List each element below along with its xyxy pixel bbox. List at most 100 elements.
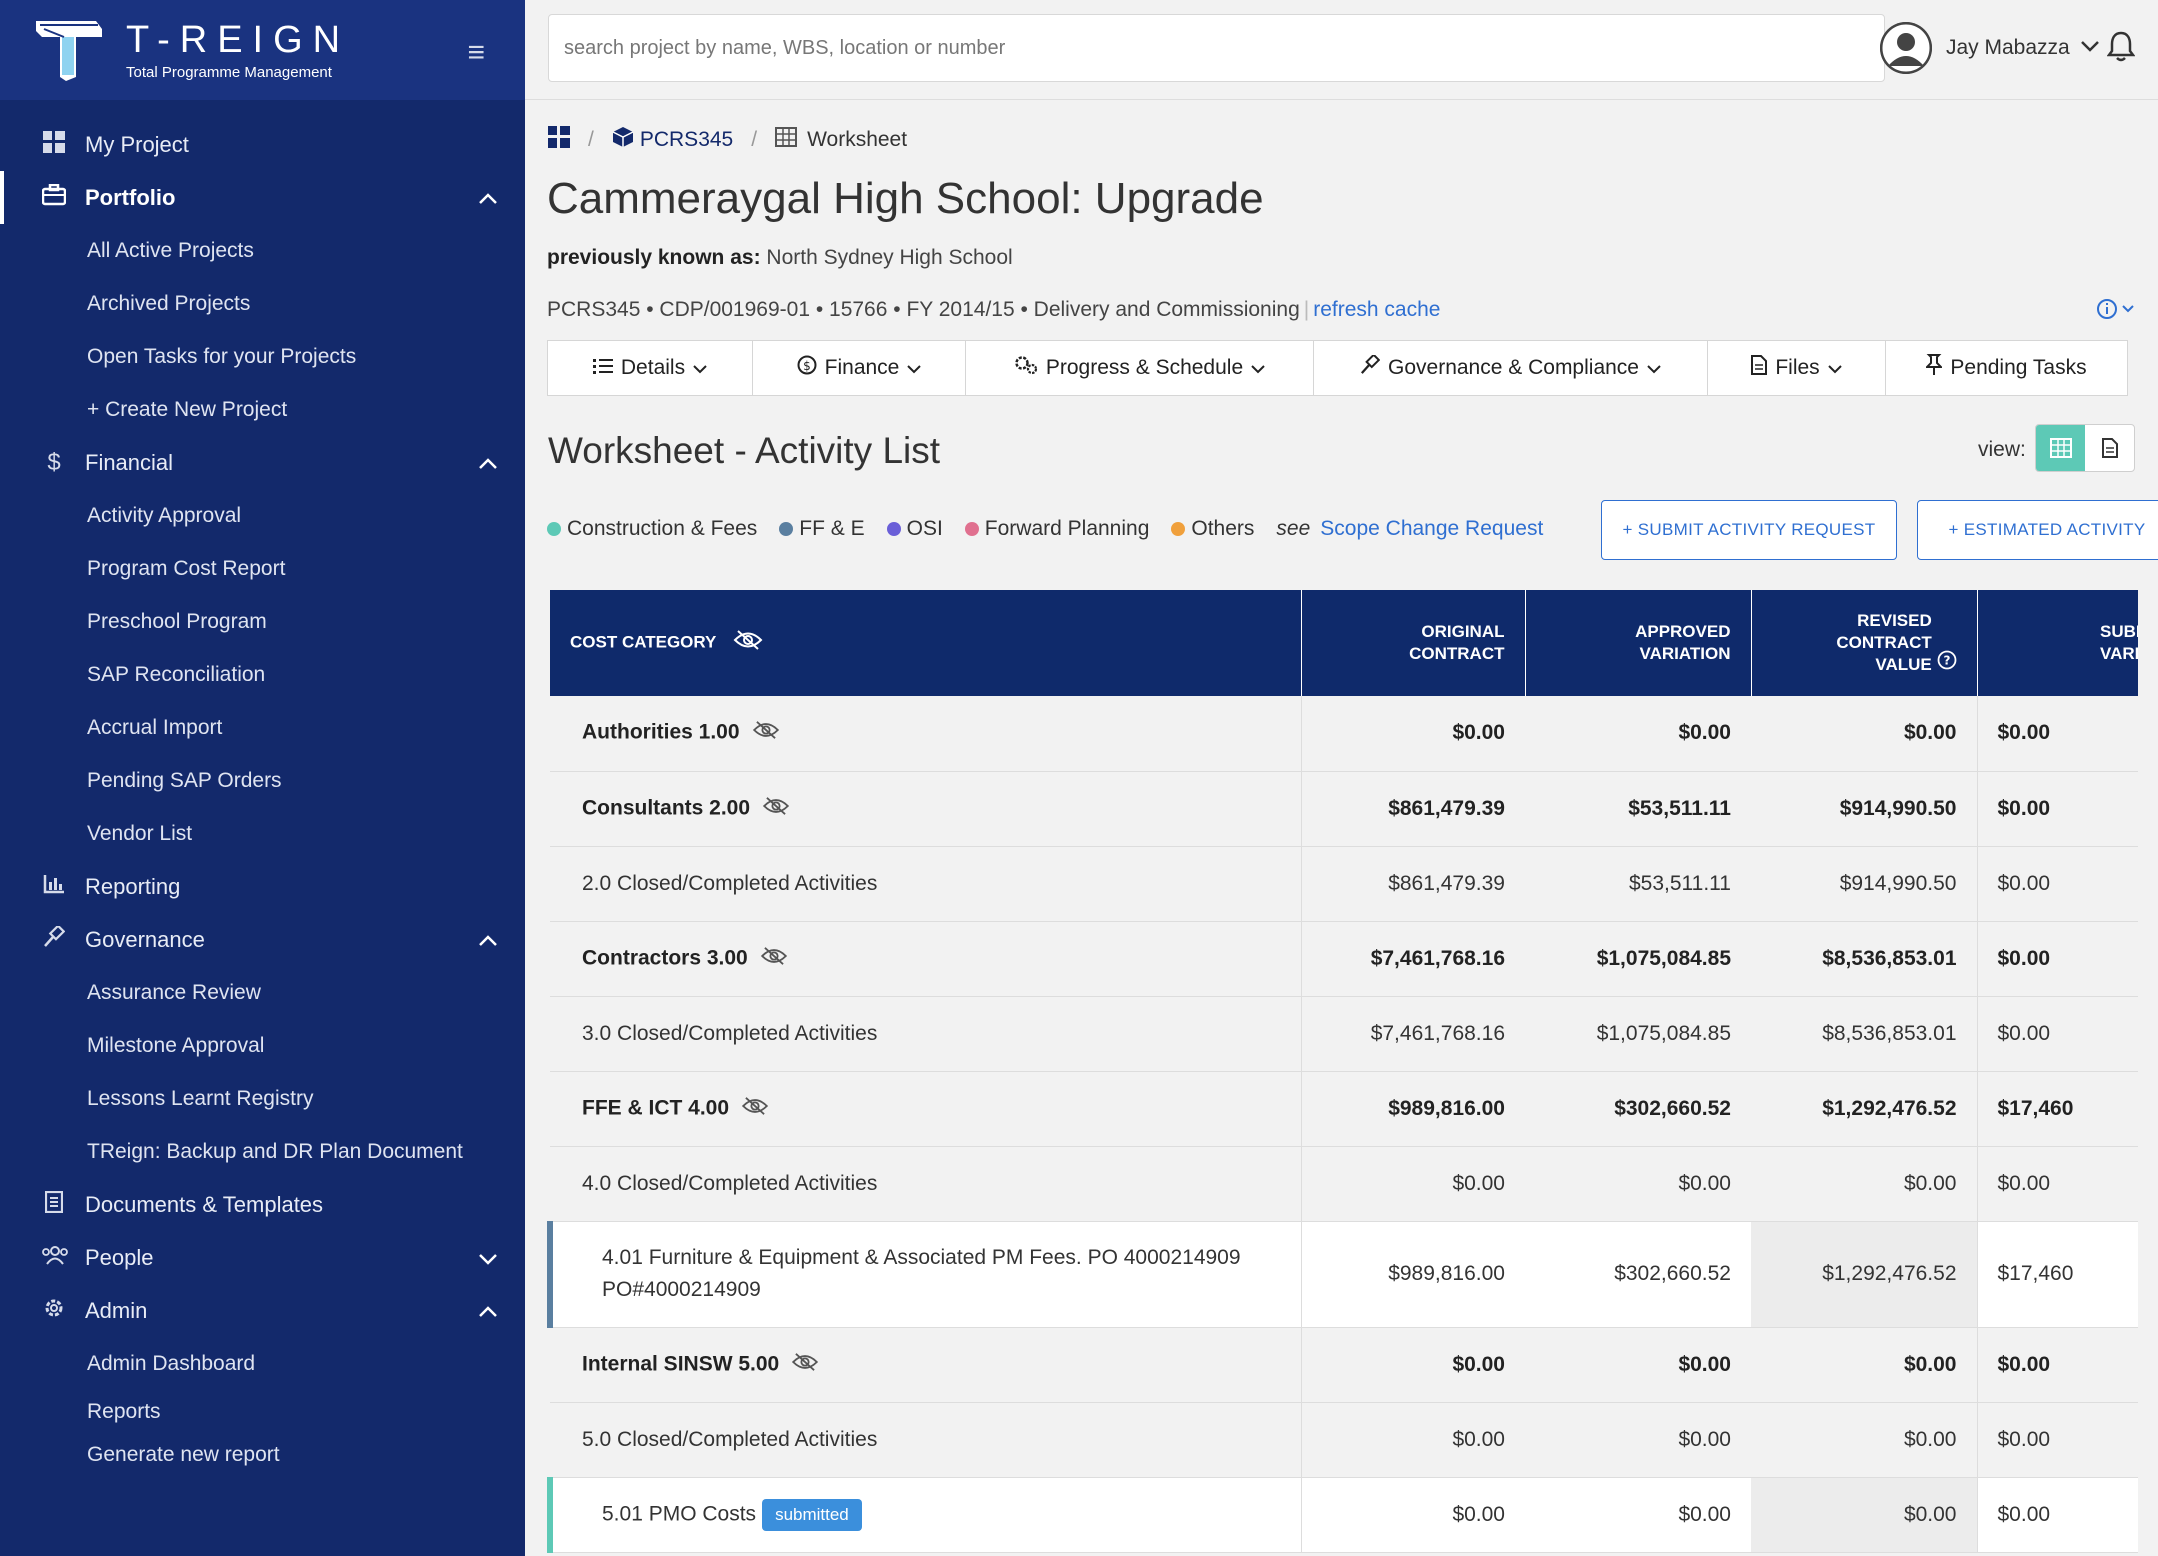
sidebar-item-create-project[interactable]: + Create New Project (0, 383, 525, 436)
category-label: Consultants 2.00 (582, 796, 751, 820)
help-icon[interactable]: ? (1937, 650, 1957, 674)
sidebar-item-pending-sap-orders[interactable]: Pending SAP Orders (0, 754, 525, 807)
project-meta: PCRS345 • CDP/001969-01 • 15766 • FY 201… (547, 298, 1440, 322)
table-row[interactable]: Contractors 3.00 $7,461,768.16 $1,075,08… (550, 921, 2138, 997)
approved-variation-cell: $53,511.11 (1525, 771, 1751, 847)
table-row[interactable]: 4.0 Closed/Completed Activities $0.00 $0… (550, 1146, 2138, 1222)
revised-contract-cell: $0.00 (1751, 1146, 1977, 1222)
sidebar-item-assurance-review[interactable]: Assurance Review (0, 966, 525, 1019)
sidebar-item-preschool-program[interactable]: Preschool Program (0, 595, 525, 648)
chevron-up-icon[interactable] (473, 450, 503, 476)
table-row[interactable]: Internal SINSW 5.00 $0.00 $0.00 $0.00 $0… (550, 1327, 2138, 1403)
sidebar-item-generate-report[interactable]: Generate new report (0, 1433, 525, 1476)
grid-home-icon[interactable] (548, 126, 570, 154)
column-header-cost-category[interactable]: COST CATEGORY (550, 590, 1302, 696)
sidebar-nav: My Project Portfolio All Active Projects… (0, 100, 525, 1476)
chevron-up-icon[interactable] (473, 185, 503, 211)
submitted-variation-cell: $17,460 (1976, 1071, 2138, 1147)
eye-slash-icon[interactable] (741, 1096, 769, 1122)
revised-contract-cell: $0.00 (1751, 1402, 1977, 1478)
sidebar-item-admin-dashboard[interactable]: Admin Dashboard (0, 1337, 525, 1390)
sidebar-item-program-cost-report[interactable]: Program Cost Report (0, 542, 525, 595)
refresh-cache-link[interactable]: refresh cache (1313, 298, 1440, 321)
estimated-activity-button[interactable]: + ESTIMATED ACTIVITY (1917, 500, 2158, 560)
tab-details[interactable]: Details (548, 341, 753, 395)
legend-dot (886, 522, 901, 536)
eye-slash-icon[interactable] (760, 946, 788, 972)
table-view-button[interactable] (2036, 425, 2085, 471)
tab-label: Pending Tasks (1950, 356, 2087, 379)
table-row[interactable]: 2.0 Closed/Completed Activities $861,479… (550, 846, 2138, 922)
sidebar-item-backup-dr-plan[interactable]: TReign: Backup and DR Plan Document (0, 1125, 525, 1178)
revised-contract-cell: $914,990.50 (1751, 846, 1977, 922)
submit-activity-request-button[interactable]: + SUBMIT ACTIVITY REQUEST (1601, 500, 1897, 560)
legend-label: Construction & Fees (567, 517, 758, 540)
main-content: / PCRS345 / Worksheet Cammeraygal High S… (525, 100, 2158, 1556)
eye-slash-icon[interactable] (733, 629, 763, 657)
tab-files[interactable]: Files (1708, 341, 1886, 395)
table-row[interactable]: 4.01 Furniture & Equipment & Associated … (547, 1221, 2138, 1328)
table-row[interactable]: Authorities 1.00 $0.00 $0.00 $0.00 $0.00 (550, 696, 2138, 772)
sidebar-item-people[interactable]: People (0, 1231, 525, 1284)
info-icon[interactable] (2096, 298, 2138, 326)
tab-finance[interactable]: $ Finance (753, 341, 966, 395)
sidebar-item-admin[interactable]: Admin (0, 1284, 525, 1337)
eye-slash-icon[interactable] (791, 1352, 819, 1378)
sidebar-item-activity-approval[interactable]: Activity Approval (0, 489, 525, 542)
sidebar-item-reporting[interactable]: Reporting (0, 860, 525, 913)
brand-header: T-REIGN Total Programme Management ≡ (0, 0, 525, 100)
sidebar-item-governance[interactable]: Governance (0, 913, 525, 966)
legend-item: FF & E (779, 517, 865, 541)
breadcrumb-project-link[interactable]: PCRS345 (640, 128, 733, 152)
tab-governance-compliance[interactable]: Governance & Compliance (1314, 341, 1708, 395)
chevron-up-icon[interactable] (473, 927, 503, 953)
sidebar-item-lessons-learnt[interactable]: Lessons Learnt Registry (0, 1072, 525, 1125)
sidebar-item-reports[interactable]: Reports (0, 1390, 525, 1433)
tab-pending-tasks[interactable]: Pending Tasks (1886, 341, 2127, 395)
search-input[interactable] (548, 14, 1885, 82)
table-row[interactable]: 5.0 Closed/Completed Activities $0.00 $0… (550, 1402, 2138, 1478)
eye-slash-icon[interactable] (762, 796, 790, 822)
document-icon (42, 1190, 66, 1219)
submitted-variation-cell: $0.00 (1976, 1477, 2138, 1553)
chevron-down-icon (907, 356, 922, 380)
table-row[interactable]: 5.01 PMO Costs submitted $0.00 $0.00 $0.0… (547, 1477, 2138, 1553)
table-row[interactable]: Consultants 2.00 $861,479.39 $53,511.11 … (550, 771, 2138, 847)
sidebar-item-financial[interactable]: $ Financial (0, 436, 525, 489)
tab-progress-schedule[interactable]: Progress & Schedule (966, 341, 1314, 395)
sidebar-item-archived-projects[interactable]: Archived Projects (0, 277, 525, 330)
aka-label: previously known as: (547, 246, 761, 269)
category-legend: Construction & Fees FF & E OSI Forward P… (547, 517, 1543, 541)
table-row[interactable]: 3.0 Closed/Completed Activities $7,461,7… (550, 996, 2138, 1072)
previously-known-as: previously known as: North Sydney High S… (547, 246, 1013, 270)
eye-slash-icon[interactable] (752, 720, 780, 746)
legend-item: Construction & Fees (547, 517, 757, 541)
activity-link[interactable]: 5.01 PMO Costs (602, 1502, 756, 1525)
sidebar-item-vendor-list[interactable]: Vendor List (0, 807, 525, 860)
sidebar-item-accrual-import[interactable]: Accrual Import (0, 701, 525, 754)
sidebar-item-milestone-approval[interactable]: Milestone Approval (0, 1019, 525, 1072)
chevron-down-icon[interactable] (473, 1245, 503, 1271)
original-contract-cell: $0.00 (1301, 1327, 1525, 1403)
scope-change-request-link[interactable]: Scope Change Request (1320, 517, 1543, 541)
sidebar-item-documents-templates[interactable]: Documents & Templates (0, 1178, 525, 1231)
sidebar-item-open-tasks[interactable]: Open Tasks for your Projects (0, 330, 525, 383)
chevron-down-icon[interactable] (2080, 39, 2100, 57)
bell-icon[interactable] (2106, 30, 2136, 67)
sidebar-item-portfolio[interactable]: Portfolio (0, 171, 525, 224)
hamburger-menu-icon[interactable]: ≡ (467, 36, 485, 70)
sidebar-item-all-active-projects[interactable]: All Active Projects (0, 224, 525, 277)
user-name: Jay Mabazza (1946, 36, 2070, 59)
chevron-up-icon[interactable] (473, 1298, 503, 1324)
sidebar-item-label: Reporting (85, 873, 181, 899)
table-row[interactable]: FFE & ICT 4.00 $989,816.00 $302,660.52 $… (550, 1071, 2138, 1147)
sidebar-item-sap-reconciliation[interactable]: SAP Reconciliation (0, 648, 525, 701)
legend-label: OSI (906, 517, 943, 540)
sidebar-item-label: Reports (87, 1399, 161, 1423)
document-view-button[interactable] (2085, 425, 2134, 471)
sidebar-item-my-project[interactable]: My Project (0, 118, 525, 171)
sidebar-item-label: All Active Projects (87, 238, 254, 262)
header-label: SUBMITTED VARIATION (2100, 622, 2138, 663)
user-menu[interactable]: Jay Mabazza (1880, 22, 2100, 74)
activity-link[interactable]: 4.01 Furniture & Equipment & Associated … (602, 1242, 1272, 1306)
